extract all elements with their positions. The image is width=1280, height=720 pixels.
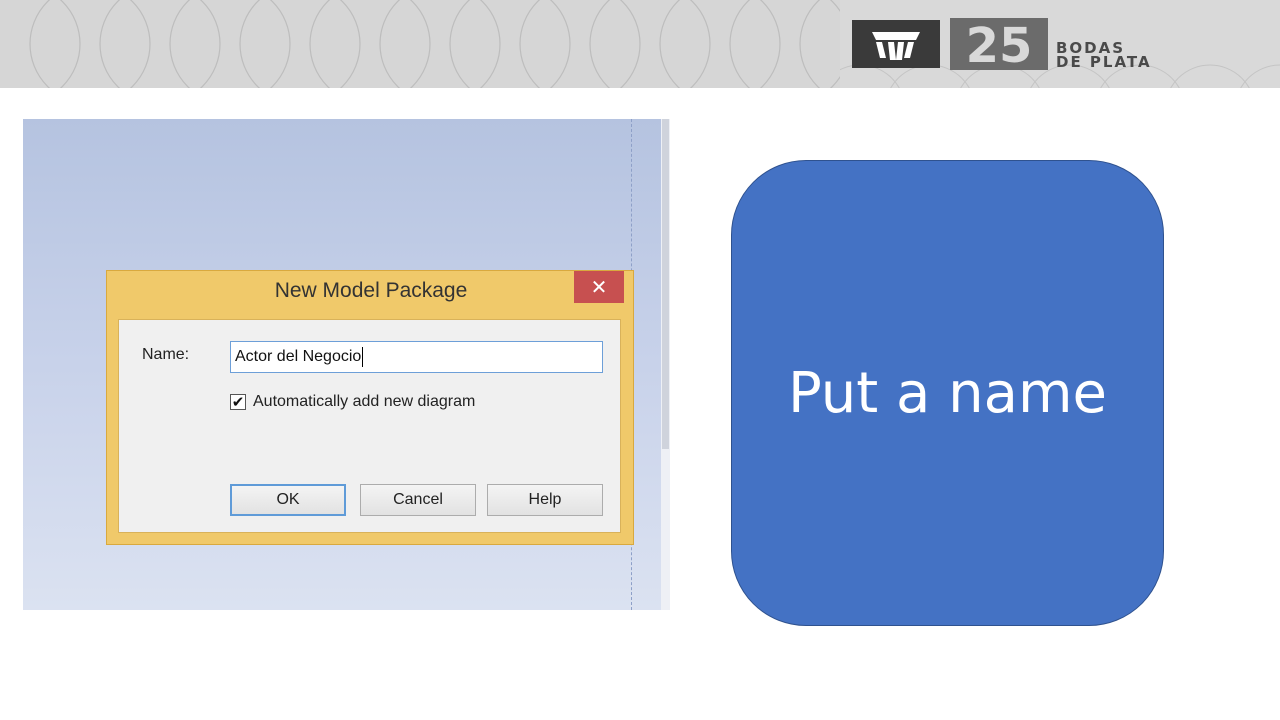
new-model-package-dialog: New Model Package ✕ Name: Actor del Nego… [106, 270, 634, 545]
svg-text:25: 25 [966, 18, 1033, 70]
dialog-title: New Model Package [274, 279, 468, 302]
name-input[interactable]: Actor del Negocio [230, 341, 603, 373]
logo-caption: BODAS DE PLATA [1056, 41, 1196, 71]
cancel-button[interactable]: Cancel [360, 484, 476, 516]
university-logo-icon [852, 20, 940, 68]
header-banner: 25 BODAS DE PLATA [0, 0, 1280, 88]
instruction-callout: Put a name [731, 160, 1164, 626]
scrollbar-thumb[interactable] [662, 119, 669, 449]
ok-button[interactable]: OK [230, 484, 346, 516]
name-label: Name: [142, 346, 190, 363]
callout-text: Put a name [788, 360, 1107, 426]
anniversary-25-logo: 25 [950, 18, 1048, 70]
logo-caption-line2: DE PLATA [1056, 53, 1152, 71]
auto-diagram-checkbox[interactable]: ✔ [230, 394, 246, 410]
dialog-body: Name: Actor del Negocio ✔ Automatically … [118, 319, 621, 533]
auto-diagram-label[interactable]: Automatically add new diagram [253, 393, 475, 411]
dialog-screenshot: New Model Package ✕ Name: Actor del Nego… [23, 119, 670, 610]
help-button[interactable]: Help [487, 484, 603, 516]
name-input-value: Actor del Negocio [235, 348, 362, 365]
close-button[interactable]: ✕ [574, 271, 624, 303]
text-caret [362, 346, 364, 367]
